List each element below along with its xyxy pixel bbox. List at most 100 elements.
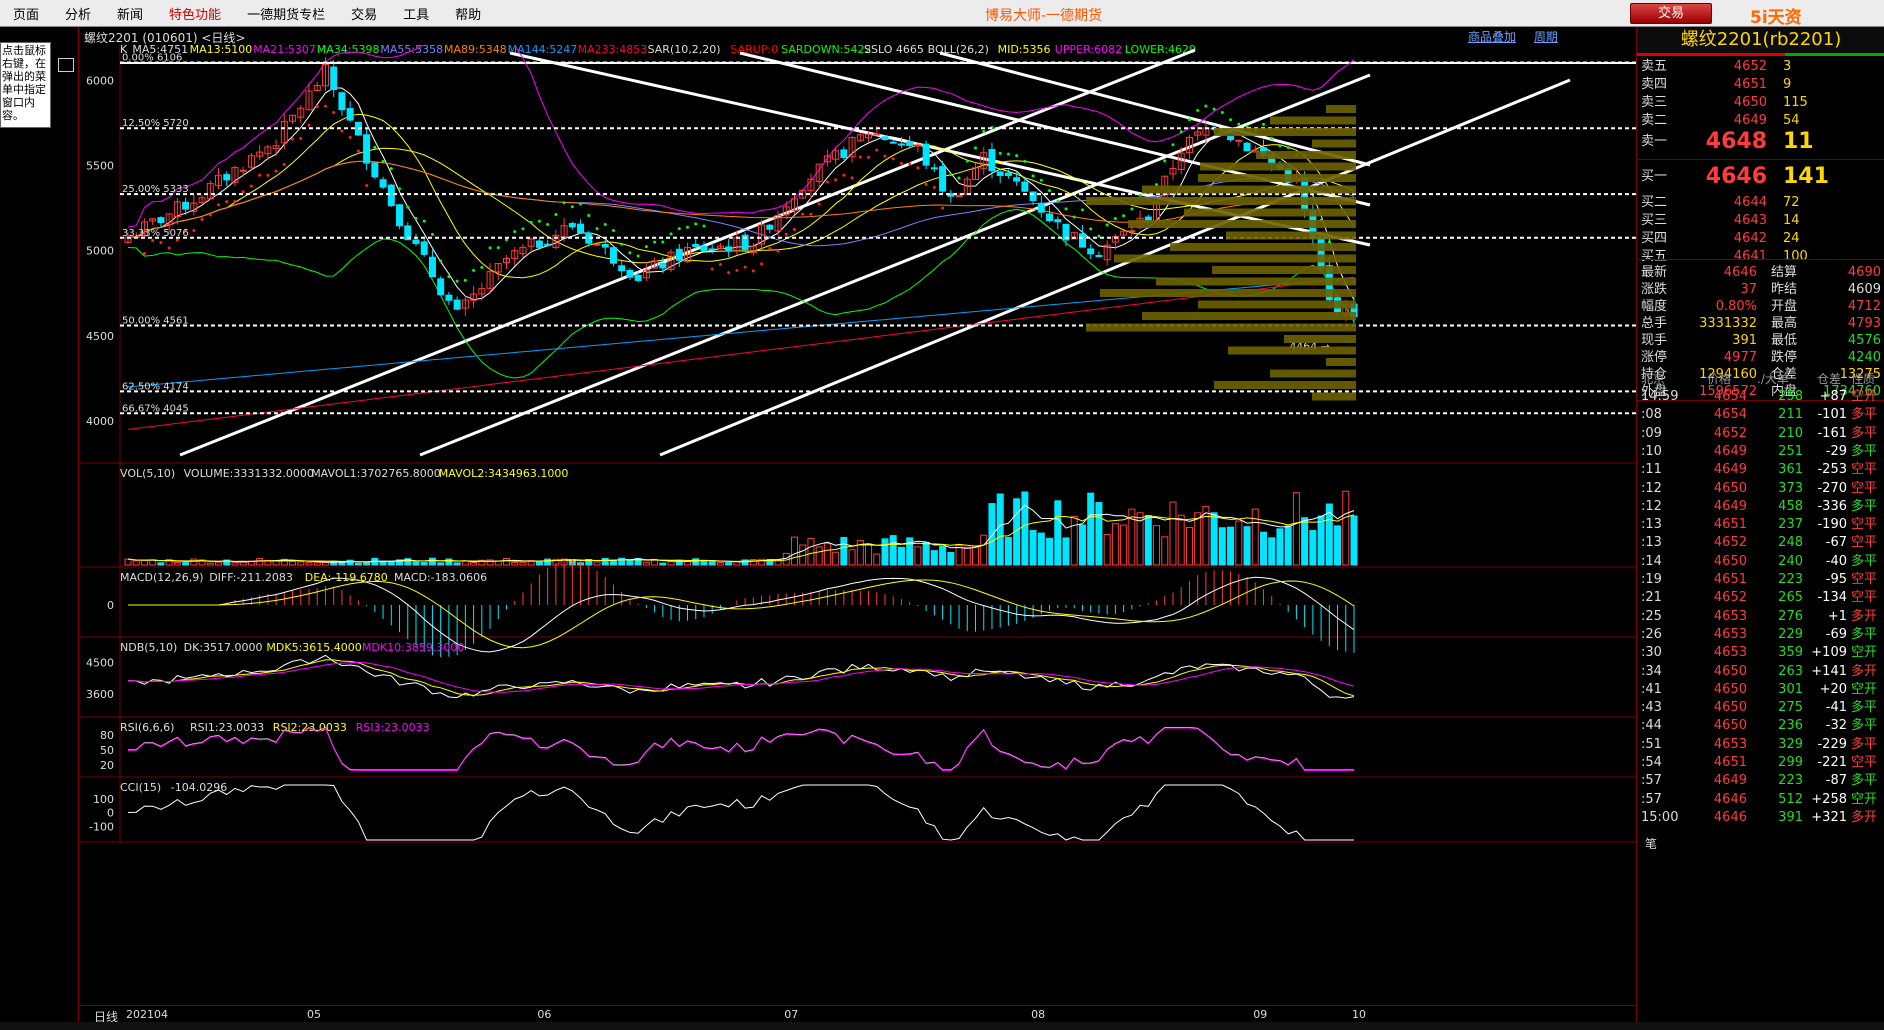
sar-dot xyxy=(1089,227,1093,231)
sar-dot xyxy=(217,203,221,207)
candle-body xyxy=(412,239,420,244)
volume-bar xyxy=(708,561,716,566)
legend-item: DIFF:-211.2083 xyxy=(209,571,293,584)
price-axis-label: 4500 xyxy=(86,330,114,343)
volume-bar xyxy=(1218,527,1226,566)
volume-bar xyxy=(1235,520,1243,566)
sar-dot xyxy=(899,162,903,166)
sar-dot xyxy=(825,180,829,184)
sar-dot xyxy=(710,267,714,271)
sar-dot xyxy=(603,222,607,226)
volume-bar xyxy=(140,559,148,566)
volume-bar xyxy=(996,493,1004,566)
price-axis-label: 6000 xyxy=(86,75,114,88)
sar-dot xyxy=(858,155,862,159)
bottom-tab[interactable]: 笔 xyxy=(1645,835,1657,852)
volume-bar xyxy=(412,561,420,566)
menu-item-7[interactable]: 帮助 xyxy=(442,4,494,23)
volume-bar xyxy=(124,558,132,566)
tick-time: 15:00 xyxy=(1641,809,1679,825)
bid-label: 买四 xyxy=(1641,231,1668,246)
volume-bar xyxy=(593,561,601,566)
date-tick: 06 xyxy=(537,1008,552,1021)
rsi-axis-label: 80 xyxy=(100,729,114,742)
menu-item-4[interactable]: 一德期货专栏 xyxy=(234,4,338,23)
volume-bar xyxy=(511,561,519,566)
sar-dot xyxy=(463,278,467,282)
sar-dot xyxy=(1163,159,1167,163)
sar-dot xyxy=(159,241,163,245)
volume-bar xyxy=(988,503,996,566)
volume-bar xyxy=(297,561,305,566)
quote-panel: 螺纹2201(rb2201) 卖五 4652 3 卖四 4651 9 卖三 4650 115 卖二… xyxy=(1636,27,1884,1030)
kline-chart[interactable]: K MA5:4751 MA13:5100 MA21:5307 MA34:5398 MA55… xyxy=(80,45,1636,1025)
ticks-header-cell: 价格 xyxy=(1707,372,1732,386)
menu-item-1[interactable]: 分析 xyxy=(52,4,104,23)
volume-bar xyxy=(453,562,461,566)
volume-bar xyxy=(1095,502,1103,566)
cci-pane: CCI(15) -104.0296 xyxy=(120,781,1354,841)
sar-dot xyxy=(924,182,928,186)
sar-dot xyxy=(241,190,245,194)
volume-bar xyxy=(790,536,798,566)
volume-bar xyxy=(1309,530,1317,566)
period-label: <日线> xyxy=(201,31,246,45)
fib-label: 50.00% 4561 xyxy=(122,315,189,326)
candle-body xyxy=(930,167,938,170)
volume-bar xyxy=(1268,537,1276,566)
legend-item: MID:5356 xyxy=(998,45,1051,56)
volume-bar xyxy=(502,558,510,566)
volume-bar xyxy=(544,558,552,566)
legend-item: NDB(5,10) xyxy=(120,641,177,654)
volume-bar xyxy=(1144,514,1152,566)
tooltip-hint: 点击鼠标右键，在弹出的菜单中指定窗口内容。 xyxy=(0,42,51,128)
bid-row: 买一 4646 141 xyxy=(1637,166,1884,188)
sar-dot xyxy=(809,212,813,216)
bid-volume: 72 xyxy=(1783,195,1800,210)
candle-body xyxy=(1243,142,1251,152)
candle-body xyxy=(601,244,609,248)
trade-button[interactable]: 交易 xyxy=(1630,3,1712,24)
sar-dot xyxy=(628,251,632,255)
sar-dot xyxy=(735,268,739,272)
sar-dot xyxy=(1270,136,1274,140)
sar-dot xyxy=(965,159,969,163)
profile-bar xyxy=(1100,289,1356,297)
menu-item-5[interactable]: 交易 xyxy=(338,4,390,23)
sidebar-toggle-button[interactable] xyxy=(58,58,74,72)
volume-bar xyxy=(1037,532,1045,566)
left-sidebar xyxy=(0,27,79,1030)
price-axis-label: 5500 xyxy=(86,160,114,173)
legend-item: MA21:5307 xyxy=(253,45,316,56)
trade-button-label: 交易 xyxy=(1657,6,1684,21)
menu-item-2[interactable]: 新闻 xyxy=(104,4,156,23)
sar-dot xyxy=(315,105,319,109)
menu-bar: 页面 分析 新闻 特色功能 一德期货专栏 交易 工具 帮助 xyxy=(0,0,1884,27)
profile-bar xyxy=(1256,151,1356,159)
menu-item-6[interactable]: 工具 xyxy=(390,4,442,23)
instrument-name: 螺纹2201 (010601) xyxy=(84,31,198,45)
profile-bar xyxy=(1156,277,1356,286)
sar-dot xyxy=(727,271,731,275)
volume-bar xyxy=(980,534,988,566)
candle-body xyxy=(1004,172,1012,176)
sar-dot xyxy=(496,246,500,250)
menu-item-3[interactable]: 特色功能 xyxy=(156,4,234,23)
ticks-header-cell: 仓差 xyxy=(1817,372,1842,386)
candle-body xyxy=(996,171,1004,176)
bid-label: 买一 xyxy=(1641,169,1668,184)
sar-dot xyxy=(1286,146,1290,150)
volume-bar xyxy=(889,535,897,566)
candle-body xyxy=(1227,136,1235,141)
profile-bar xyxy=(1184,208,1356,217)
tick-type: 多开 xyxy=(1851,809,1878,825)
period-link[interactable]: 周期 xyxy=(1534,30,1558,44)
sar-dot xyxy=(570,205,574,209)
legend-item: UPPER:6082 xyxy=(1055,45,1122,56)
overlay-link[interactable]: 商品叠加 xyxy=(1468,30,1516,44)
menu-item-0[interactable]: 页面 xyxy=(0,4,52,23)
profile-bar xyxy=(1170,243,1356,251)
candle-body xyxy=(346,108,354,121)
mdk5-line xyxy=(127,659,1355,697)
volume-bar xyxy=(1046,537,1054,566)
